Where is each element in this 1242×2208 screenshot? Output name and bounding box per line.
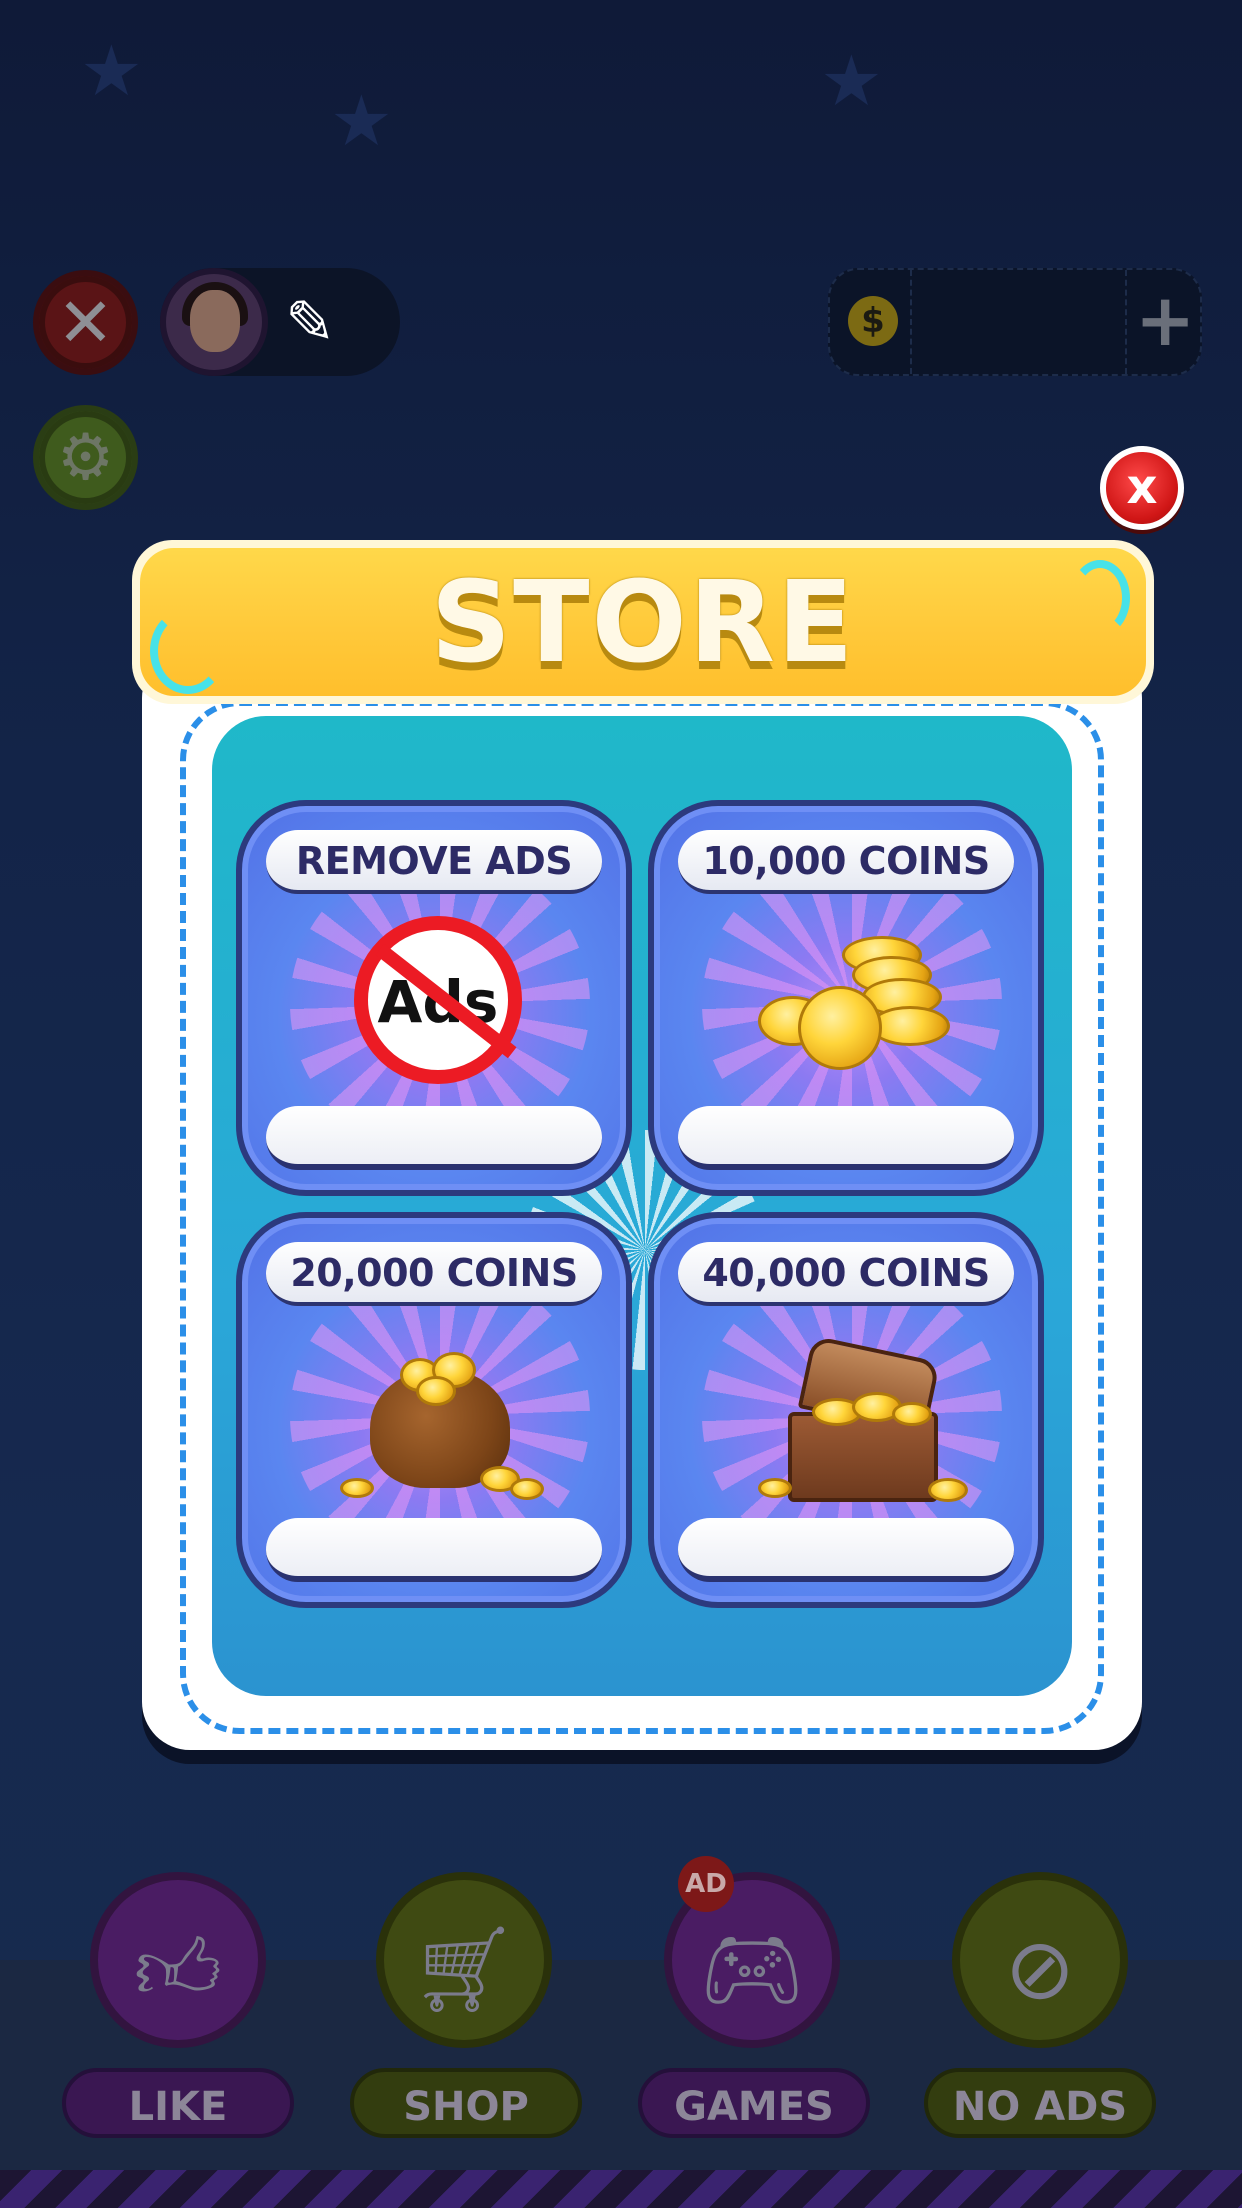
store-item-remove-ads[interactable]: REMOVE ADS Ads bbox=[236, 800, 632, 1196]
exit-button[interactable]: ✕ bbox=[33, 270, 138, 375]
no-ads-button[interactable]: ⊘ bbox=[952, 1872, 1128, 2048]
coin-stack-icon bbox=[752, 916, 952, 1096]
edit-pencil-icon[interactable]: ✎ bbox=[285, 288, 335, 358]
coin-icon: $ bbox=[848, 296, 898, 346]
treasure-chest-icon bbox=[752, 1328, 968, 1508]
add-coins-button[interactable]: + bbox=[1135, 280, 1195, 360]
buy-button[interactable] bbox=[678, 1518, 1014, 1582]
like-button[interactable]: 👍︎ bbox=[90, 1872, 266, 2048]
gamepad-icon: 🎮︎ bbox=[698, 1920, 806, 2018]
store-item-20000-coins[interactable]: 20,000 COINS bbox=[236, 1212, 632, 1608]
no-ads-icon: ⊘ bbox=[1004, 1920, 1076, 2018]
gear-icon: ⚙ bbox=[56, 421, 115, 495]
cart-icon: 🛒︎ bbox=[410, 1920, 518, 2018]
games-label: GAMES bbox=[638, 2068, 870, 2138]
close-icon: ✕ bbox=[57, 284, 114, 363]
settings-button[interactable]: ⚙ bbox=[33, 405, 138, 510]
star-icon: ★ bbox=[820, 40, 883, 122]
coin-bag-icon bbox=[340, 1328, 544, 1508]
ad-badge: AD bbox=[678, 1856, 734, 1912]
store-header: STORE bbox=[132, 540, 1154, 704]
item-label: REMOVE ADS bbox=[266, 830, 602, 894]
no-ads-label: NO ADS bbox=[924, 2068, 1156, 2138]
store-item-10000-coins[interactable]: 10,000 COINS bbox=[648, 800, 1044, 1196]
avatar[interactable] bbox=[160, 268, 268, 376]
buy-button[interactable] bbox=[678, 1106, 1014, 1170]
star-icon: ★ bbox=[80, 30, 143, 112]
close-icon: x bbox=[1126, 459, 1158, 515]
item-label: 40,000 COINS bbox=[678, 1242, 1014, 1306]
page-title: STORE bbox=[430, 558, 856, 688]
close-store-button[interactable]: x bbox=[1100, 446, 1184, 530]
no-ads-icon: Ads bbox=[340, 916, 540, 1096]
store-item-40000-coins[interactable]: 40,000 COINS bbox=[648, 1212, 1044, 1608]
bottom-stripe bbox=[0, 2170, 1242, 2208]
shop-button[interactable]: 🛒︎ bbox=[376, 1872, 552, 2048]
item-label: 10,000 COINS bbox=[678, 830, 1014, 894]
coin-balance-bar: $ + bbox=[828, 268, 1202, 376]
star-icon: ★ bbox=[330, 80, 393, 162]
buy-button[interactable] bbox=[266, 1106, 602, 1170]
shop-label: SHOP bbox=[350, 2068, 582, 2138]
like-label: LIKE bbox=[62, 2068, 294, 2138]
buy-button[interactable] bbox=[266, 1518, 602, 1582]
thumbs-up-icon: 👍︎ bbox=[134, 1920, 222, 2018]
item-label: 20,000 COINS bbox=[266, 1242, 602, 1306]
